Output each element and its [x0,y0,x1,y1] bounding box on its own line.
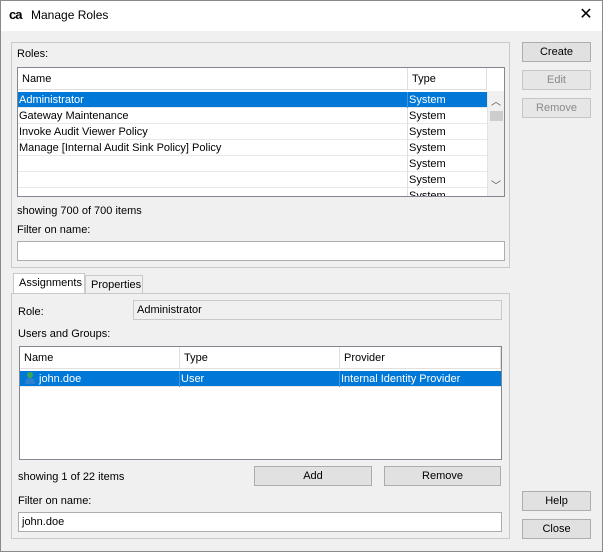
user-provider-cell: Internal Identity Provider [341,373,461,385]
role-name-cell: Manage [Internal Audit Sink Policy] Poli… [19,142,222,154]
roles-count-text: showing 700 of 700 items [17,205,142,217]
user-type-cell: User [181,373,205,385]
role-type-cell: System [409,174,446,186]
role-type-cell: System [409,190,446,197]
roles-table-row[interactable]: Administrator System [18,92,487,108]
role-type-cell: System [409,158,446,170]
roles-column-header-type[interactable]: Type [408,68,487,90]
tab-assignments[interactable]: Assignments [13,273,85,293]
roles-column-header-name[interactable]: Name [18,68,408,90]
users-table-row[interactable]: john.doe User Internal Identity Provider [20,371,501,387]
close-window-icon[interactable]: ✕ [576,6,596,24]
roles-table-row[interactable]: System [18,156,487,172]
users-groups-table: Name Type Provider john.doe User Internal … [19,346,502,460]
role-type-cell: System [409,126,446,138]
roles-table-row[interactable]: System [18,172,487,188]
role-type-cell: System [409,94,446,106]
users-filter-label: Filter on name: [18,495,92,507]
users-groups-label: Users and Groups: [18,328,111,340]
roles-table-row[interactable]: System [18,188,487,197]
roles-filter-input[interactable] [17,241,505,261]
role-name-cell [18,188,408,196]
roles-table-row[interactable]: Invoke Audit Viewer Policy System [18,124,487,140]
role-type-cell: System [409,142,446,154]
role-label: Role: [18,306,44,318]
window-title: Manage Roles [31,8,109,22]
role-name-cell: Invoke Audit Viewer Policy [19,126,148,138]
roles-scrollbar[interactable]: ︿ ﹀ [487,91,504,196]
user-icon [23,371,38,387]
edit-button[interactable]: Edit [522,70,591,90]
users-column-header-provider[interactable]: Provider [340,347,501,369]
users-filter-input[interactable]: john.doe [18,512,502,532]
roles-group-label: Roles: [17,48,49,60]
role-name-cell: Administrator [19,94,84,106]
close-button[interactable]: Close [522,519,591,539]
users-column-header-type[interactable]: Type [180,347,340,369]
role-value-field: Administrator [133,300,502,320]
remove-user-button[interactable]: Remove [384,466,501,486]
users-column-header-name[interactable]: Name [20,347,180,369]
role-name-cell: Gateway Maintenance [19,110,129,122]
user-name-cell: john.doe [39,373,82,385]
users-count-text: showing 1 of 22 items [18,471,125,483]
create-button[interactable]: Create [522,42,591,62]
help-button[interactable]: Help [522,491,591,511]
scroll-down-icon[interactable]: ﹀ [488,180,504,194]
roles-table: Name Type Administrator System Gateway Mai… [17,67,505,197]
add-user-button[interactable]: Add [254,466,372,486]
roles-table-row[interactable]: Manage [Internal Audit Sink Policy] Poli… [18,140,487,156]
role-name-cell [18,172,408,188]
roles-filter-label: Filter on name: [17,224,91,236]
role-name-cell [18,156,408,172]
scroll-up-icon[interactable]: ︿ [488,96,504,110]
tab-properties[interactable]: Properties [85,275,143,293]
app-logo-icon: ca [9,7,22,22]
remove-role-button[interactable]: Remove [522,98,591,118]
role-type-cell: System [409,110,446,122]
roles-table-row[interactable]: Gateway Maintenance System [18,108,487,124]
scroll-thumb[interactable] [490,111,503,121]
